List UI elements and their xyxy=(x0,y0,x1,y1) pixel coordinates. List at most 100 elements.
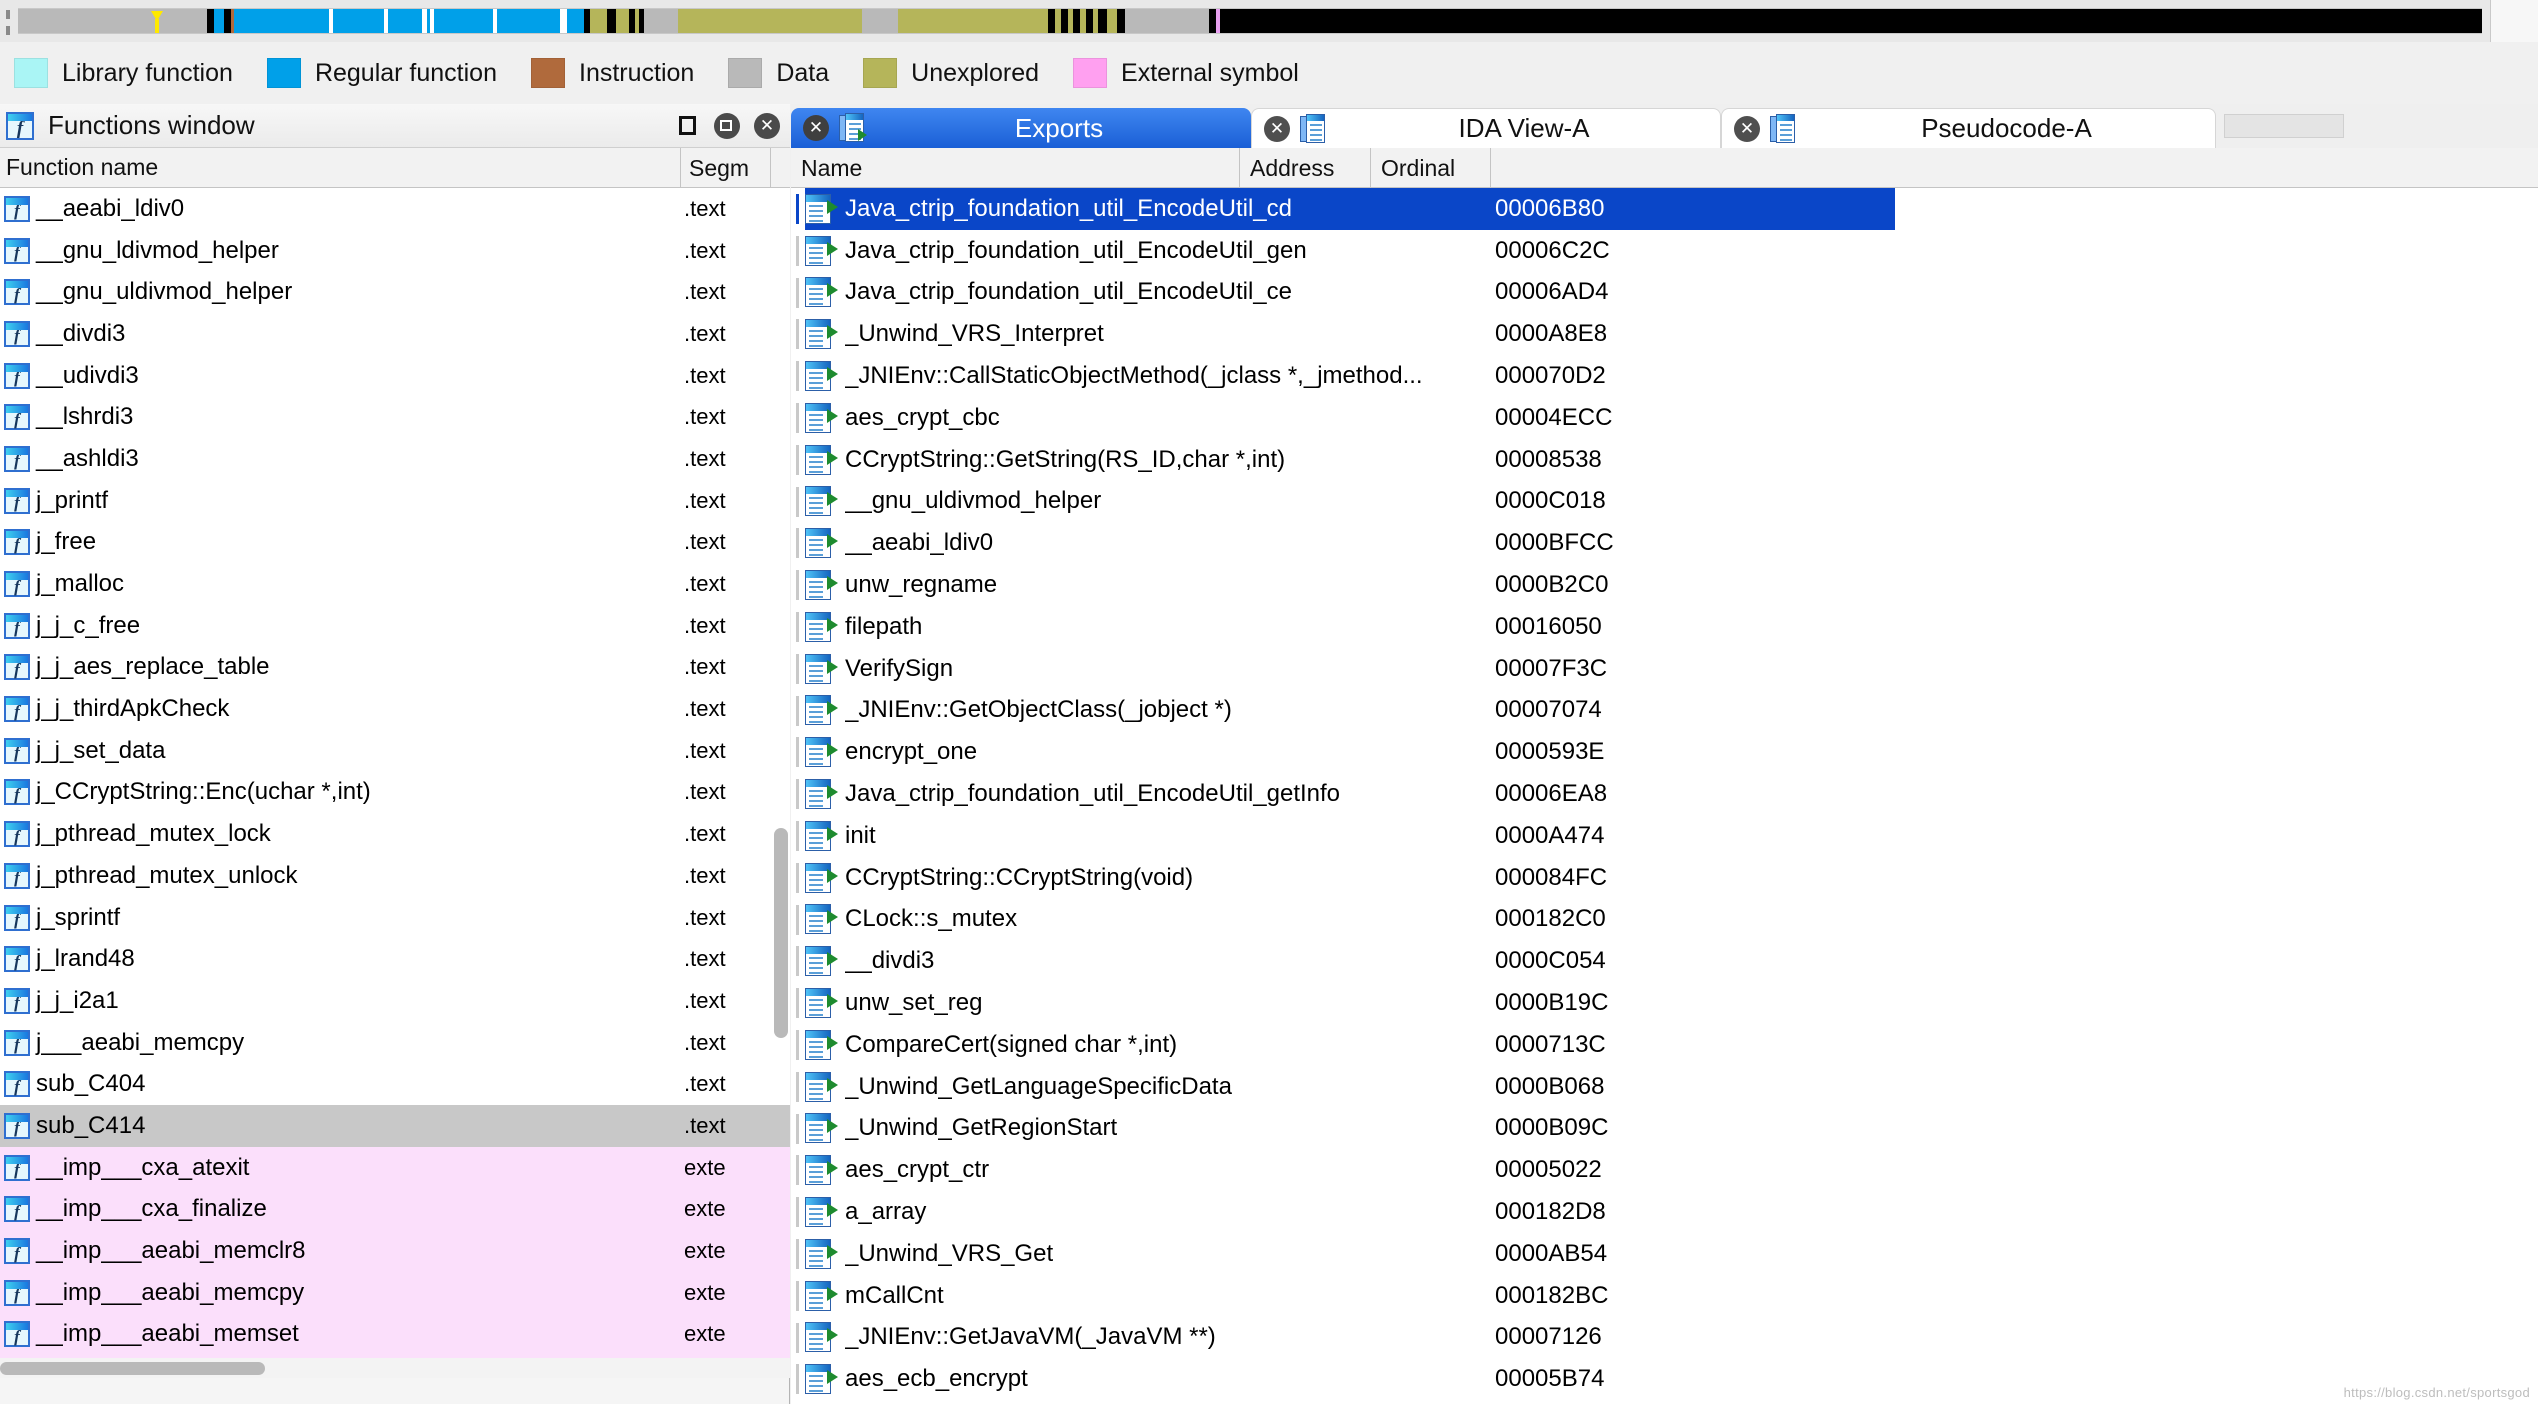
exports-table-row[interactable]: VerifySign 00007F3C xyxy=(791,647,2538,690)
close-button[interactable]: ✕ xyxy=(754,113,780,139)
navigator-strip[interactable] xyxy=(18,8,2482,34)
functions-column-header[interactable]: Function name Segm xyxy=(0,147,790,188)
functions-table-row[interactable]: f __imp___cxa_finalize exte xyxy=(0,1188,790,1231)
functions-table-row[interactable]: f j_printf .text xyxy=(0,479,790,522)
exports-table-row[interactable]: Java_ctrip_foundation_util_EncodeUtil_ge… xyxy=(791,229,2538,272)
legend-swatch-icon xyxy=(863,58,898,88)
column-header-name[interactable]: Name xyxy=(791,148,1239,188)
exports-row-gutter xyxy=(791,1233,805,1275)
exports-table-row[interactable]: _JNIEnv::GetJavaVM(_JavaVM **) 00007126 xyxy=(791,1316,2538,1359)
functions-table-row[interactable]: f j_j_c_free .text xyxy=(0,604,790,647)
functions-table-row[interactable]: f j_lrand48 .text xyxy=(0,938,790,981)
view-tabbar[interactable]: ✕ Exports ✕ IDA View-A ✕ Pseudocode-A xyxy=(791,104,2538,148)
exports-table-row[interactable]: CCryptString::CCryptString(void) 000084FC xyxy=(791,856,2538,899)
column-header-segment[interactable]: Segm xyxy=(680,147,770,188)
export-address-cell: 0000C018 xyxy=(1495,487,1606,515)
functions-table-row[interactable]: f __imp___aeabi_memcpy exte xyxy=(0,1271,790,1314)
exports-table-row[interactable]: init 0000A474 xyxy=(791,814,2538,857)
functions-table-row[interactable]: f j_j_thirdApkCheck .text xyxy=(0,688,790,730)
exports-table-row[interactable]: aes_crypt_cbc 00004ECC xyxy=(791,396,2538,439)
exports-table-row[interactable]: unw_regname 0000B2C0 xyxy=(791,564,2538,606)
functions-table-row[interactable]: f __gnu_uldivmod_helper .text xyxy=(0,271,790,314)
pseudocode-doc-icon xyxy=(1770,113,1798,144)
tab-pseudocode-a[interactable]: ✕ Pseudocode-A xyxy=(1721,108,2216,148)
functions-table-row[interactable]: f __divdi3 .text xyxy=(0,313,790,355)
column-header-ordinal[interactable]: Ordinal xyxy=(1370,147,1490,188)
functions-table-row[interactable]: f j_pthread_mutex_lock .text xyxy=(0,813,790,855)
legend-item: Instruction xyxy=(531,58,694,88)
restore-button[interactable] xyxy=(714,113,740,139)
export-address-cell: 0000BFCC xyxy=(1495,529,1614,557)
functions-table-row[interactable]: f __ashldi3 .text xyxy=(0,438,790,480)
functions-table-row[interactable]: f __udivdi3 .text xyxy=(0,354,790,397)
functions-table-row[interactable]: f __imp___aeabi_memset exte xyxy=(0,1313,790,1356)
functions-table-row[interactable]: f j_sprintf .text xyxy=(0,896,790,939)
exports-table-row[interactable]: CCryptString::GetString(RS_ID,char *,int… xyxy=(791,438,2538,481)
exports-table-row[interactable]: unw_set_reg 0000B19C xyxy=(791,982,2538,1024)
functions-table-row[interactable]: f sub_C404 .text xyxy=(0,1063,790,1106)
exports-table-row[interactable]: __aeabi_ldiv0 0000BFCC xyxy=(791,522,2538,565)
exports-table-row[interactable]: aes_ecb_encrypt 00005B74 xyxy=(791,1358,2538,1401)
function-segment-cell: exte xyxy=(684,1238,726,1264)
exports-table-row[interactable]: __divdi3 0000C054 xyxy=(791,940,2538,983)
navigator-segment xyxy=(387,9,422,33)
export-address-cell: 0000B068 xyxy=(1495,1072,1605,1100)
functions-table-row[interactable]: f j_free .text xyxy=(0,521,790,564)
exports-table-row[interactable]: __gnu_uldivmod_helper 0000C018 xyxy=(791,480,2538,523)
exports-row-gutter xyxy=(791,481,805,523)
functions-table-row[interactable]: f __imp___cxa_atexit exte xyxy=(0,1146,790,1189)
exports-table-row[interactable]: Java_ctrip_foundation_util_EncodeUtil_ge… xyxy=(791,773,2538,815)
maximize-button[interactable] xyxy=(674,113,700,139)
exports-table-row[interactable]: a_array 000182D8 xyxy=(791,1191,2538,1233)
column-header-address[interactable]: Address xyxy=(1239,147,1370,188)
tab-exports[interactable]: ✕ Exports xyxy=(791,108,1251,148)
functions-list[interactable]: f __aeabi_ldiv0 .text f __gnu_ldivmod_helper… xyxy=(0,188,790,1378)
functions-table-row[interactable]: f j_pthread_mutex_unlock .text xyxy=(0,855,790,897)
functions-table-row[interactable]: f j_j_set_data .text xyxy=(0,729,790,772)
tab-close-icon[interactable]: ✕ xyxy=(1264,115,1290,142)
function-name-cell: j_j_set_data xyxy=(36,736,166,764)
tab-close-icon[interactable]: ✕ xyxy=(803,115,829,141)
legend-label: External symbol xyxy=(1121,58,1299,87)
functions-table-row[interactable]: f j_j_aes_replace_table .text xyxy=(0,646,790,689)
exports-table-row[interactable]: _JNIEnv::GetObjectClass(_jobject *) 00007… xyxy=(791,689,2538,732)
exports-table-row[interactable]: _Unwind_GetLanguageSpecificData 0000B068 xyxy=(791,1065,2538,1108)
exports-list[interactable]: Java_ctrip_foundation_util_EncodeUtil_cd… xyxy=(791,188,2538,1404)
functions-table-row[interactable]: f __lshrdi3 .text xyxy=(0,396,790,439)
functions-table-row[interactable]: f j_j_i2a1 .text xyxy=(0,980,790,1022)
function-icon-cell: f xyxy=(0,696,34,723)
exports-table-row[interactable]: _Unwind_VRS_Interpret 0000A8E8 xyxy=(791,313,2538,356)
functions-table-row[interactable]: f __gnu_ldivmod_helper .text xyxy=(0,229,790,272)
functions-vscroll-thumb[interactable] xyxy=(774,828,788,1038)
exports-table-row[interactable]: mCallCnt 000182BC xyxy=(791,1274,2538,1317)
functions-table-row[interactable]: f __imp___aeabi_memclr8 exte xyxy=(0,1230,790,1272)
functions-table-row[interactable]: f j___aeabi_memcpy .text xyxy=(0,1021,790,1064)
exports-table-row[interactable]: filepath 00016050 xyxy=(791,605,2538,648)
functions-horizontal-scrollbar[interactable] xyxy=(0,1358,790,1378)
navigator-band[interactable]: ⋮ xyxy=(0,0,2538,42)
functions-table-row[interactable]: f __aeabi_ldiv0 .text xyxy=(0,188,790,230)
exports-column-header[interactable]: Name Address Ordinal xyxy=(791,147,2538,188)
navigator-segment xyxy=(606,9,617,33)
function-icon: f xyxy=(4,195,30,222)
tab-ida-view-a[interactable]: ✕ IDA View-A xyxy=(1251,108,1721,148)
exports-table-row[interactable]: Java_ctrip_foundation_util_EncodeUtil_cd… xyxy=(791,188,2538,230)
column-header-function-name[interactable]: Function name xyxy=(0,154,680,181)
exports-table-row[interactable]: encrypt_one 0000593E xyxy=(791,731,2538,774)
exports-table-row[interactable]: CompareCert(signed char *,int) 0000713C xyxy=(791,1023,2538,1066)
exports-table-row[interactable]: Java_ctrip_foundation_util_EncodeUtil_ce… xyxy=(791,271,2538,314)
functions-vertical-scrollbar[interactable] xyxy=(774,188,788,1378)
export-name-cell: __divdi3 xyxy=(845,947,935,975)
functions-hscroll-thumb[interactable] xyxy=(0,1362,265,1375)
exports-table-row[interactable]: _Unwind_GetRegionStart 0000B09C xyxy=(791,1107,2538,1150)
tab-close-icon[interactable]: ✕ xyxy=(1734,115,1760,142)
exports-table-row[interactable]: sec::CAutoFree::~CAutoFree()0000862C xyxy=(791,1400,2538,1404)
exports-table-row[interactable]: CLock::s_mutex 000182C0 xyxy=(791,898,2538,941)
export-entry-icon xyxy=(805,737,838,768)
exports-table-row[interactable]: aes_crypt_ctr 00005022 xyxy=(791,1149,2538,1192)
functions-table-row[interactable]: f sub_C414 .text xyxy=(0,1105,790,1147)
functions-table-row[interactable]: f j_malloc .text xyxy=(0,563,790,605)
functions-table-row[interactable]: f j_CCryptString::Enc(uchar *,int) .text xyxy=(0,771,790,814)
exports-table-row[interactable]: _JNIEnv::CallStaticObjectMethod(_jclass … xyxy=(791,355,2538,397)
exports-table-row[interactable]: _Unwind_VRS_Get 0000AB54 xyxy=(791,1232,2538,1275)
